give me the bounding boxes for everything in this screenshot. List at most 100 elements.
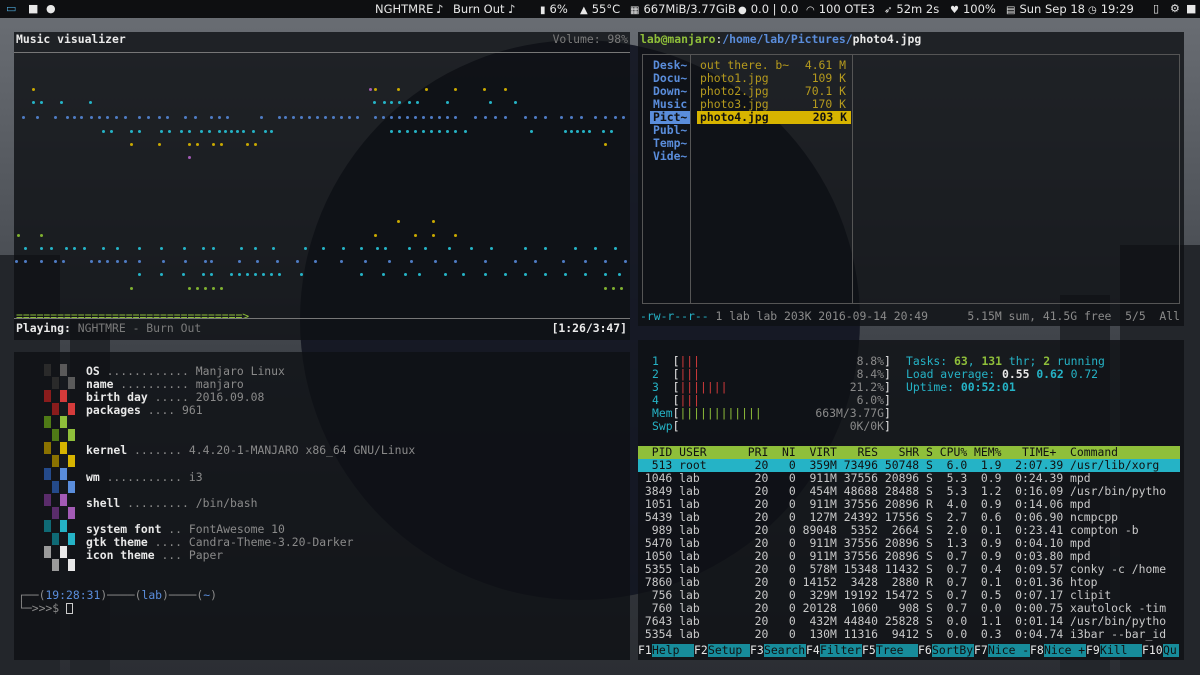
visualizer-dot [340,260,343,263]
visualizer-dot [432,220,435,223]
visualizer-dot [390,130,393,133]
visualizer-dot [404,273,407,276]
visualizer-title: Music visualizer [16,32,126,46]
visualizer-dot [390,101,393,104]
ranger-status-bar: -rw-r--r-- 1 lab lab 203K 2016-09-14 20:… [640,310,928,323]
visualizer-dot [406,116,409,119]
visualizer-dot [73,116,76,119]
visualizer-dot [238,273,241,276]
fkey-action[interactable]: Nice - [988,644,1030,657]
visualizer-dot [524,247,527,250]
sysinfo-dots: .... [147,403,176,417]
visualizer-dot [138,130,141,133]
visualizer-dot [264,130,267,133]
globe-icon[interactable]: ● [46,2,56,16]
file-permissions: -rw-r--r-- [640,309,709,323]
fkey-action[interactable]: SortBy [932,644,974,657]
file-name: out there. b~ [700,58,790,72]
fkey-action[interactable]: Nice + [1044,644,1086,657]
visualizer-dot [147,116,150,119]
fkey-action[interactable]: Help [652,644,694,657]
visualizer-dot [604,273,607,276]
prompt-line-2[interactable]: └─>>>$ [18,602,74,615]
color-swatch [60,442,67,454]
visualizer-terminal[interactable]: Music visualizer Volume: 98% ===========… [14,32,630,340]
visualizer-dot [224,130,227,133]
visualizer-dot [373,101,376,104]
visualizer-dot [276,260,279,263]
visualizer-dot [474,116,477,119]
sysinfo-key: packages [86,403,141,417]
ranger-terminal[interactable]: lab@manjaro:/home/lab/Pictures/photo4.jp… [638,32,1184,326]
visualizer-dot [504,273,507,276]
visualizer-dot [374,88,377,91]
visualizer-dot [62,260,65,263]
process-row[interactable]: 5354 lab 20 0 130M 11316 9412 S 0.0 0.3 … [638,628,1180,641]
visualizer-dot [160,273,163,276]
fkey-action[interactable]: Setup [708,644,750,657]
battery-icon: ▮ [540,5,546,16]
sysinfo-key: OS [86,364,100,378]
clock-status: ◷ 19:29 [1088,2,1134,16]
visualizer-dot [106,260,109,263]
visualizer-dot [220,143,223,146]
visualizer-dot [446,116,449,119]
song-title: Burn Out [453,2,505,16]
visualizer-dot [200,130,203,133]
sysinfo-row: packages .... 961 [86,404,203,417]
ranger-status-right: 5.15M sum, 41.5G free 5/5 All [967,309,1180,323]
fkey-action[interactable]: Search [764,644,806,657]
visualizer-dot [40,247,43,250]
fkey-action[interactable]: Filter [820,644,862,657]
fkey-action[interactable]: Tree [876,644,918,657]
swap-value: 0K/0K [849,419,884,433]
visualizer-dot [254,143,257,146]
htop-terminal[interactable]: 1 [||| 8.8%] 2 [||| 8.4%] 3 [||||||| 21.2%] 4 … [638,340,1184,660]
visualizer-dot [236,130,239,133]
ranger-dir-item[interactable]: Vide~ [653,150,687,163]
color-swatch [44,494,51,506]
visualizer-dot [204,260,207,263]
folder-icon[interactable]: ■ [28,2,38,16]
color-swatch [60,494,67,506]
visualizer-dot [300,116,303,119]
visualizer-dot [246,273,249,276]
color-swatch [60,390,67,402]
visualizer-dot [604,260,607,263]
network-status: ● 0.0 | 0.0 [738,2,799,16]
tray-file-icon[interactable]: ▯ [1153,2,1159,16]
tray-app-icon[interactable]: ■ [1186,2,1196,16]
visualizer-dot [360,273,363,276]
sysinfo-terminal[interactable]: OS ............ Manjaro Linux name ......… [14,352,630,660]
sysinfo-dots: ... [161,548,183,562]
visualizer-dot [210,116,213,119]
visualizer-dot [130,143,133,146]
sysinfo-dots: ............ [106,364,189,378]
visualizer-dot [158,116,161,119]
swap-bracket: ] [884,419,891,433]
visualizer-dot [582,130,585,133]
ranger-file-item[interactable]: photo4.jpg 203 K [697,111,851,124]
visualizer-dot [194,116,197,119]
color-swatch [44,416,51,428]
tray-settings-icon[interactable]: ⚙ [1170,2,1180,16]
sysinfo-value: Manjaro Linux [195,364,285,378]
visualizer-dot [304,247,307,250]
fkey-action[interactable]: Qu [1163,644,1179,657]
fkey-action[interactable]: Kill [1100,644,1142,657]
color-swatch [68,377,75,389]
visualizer-dot [50,247,53,250]
visualizer-dot [308,116,311,119]
visualizer-dot [430,116,433,119]
fkey-label: F9 [1086,643,1100,657]
visualizer-dot [316,116,319,119]
visualizer-dot [534,260,537,263]
visualizer-dot [446,130,449,133]
visualizer-dot [430,130,433,133]
visualizer-dot [278,116,281,119]
visualizer-dot [65,247,68,250]
visualizer-dot [32,101,35,104]
laptop-icon[interactable]: ▭ [6,2,16,16]
visualizer-dot [240,247,243,250]
visualizer-dot [544,247,547,250]
